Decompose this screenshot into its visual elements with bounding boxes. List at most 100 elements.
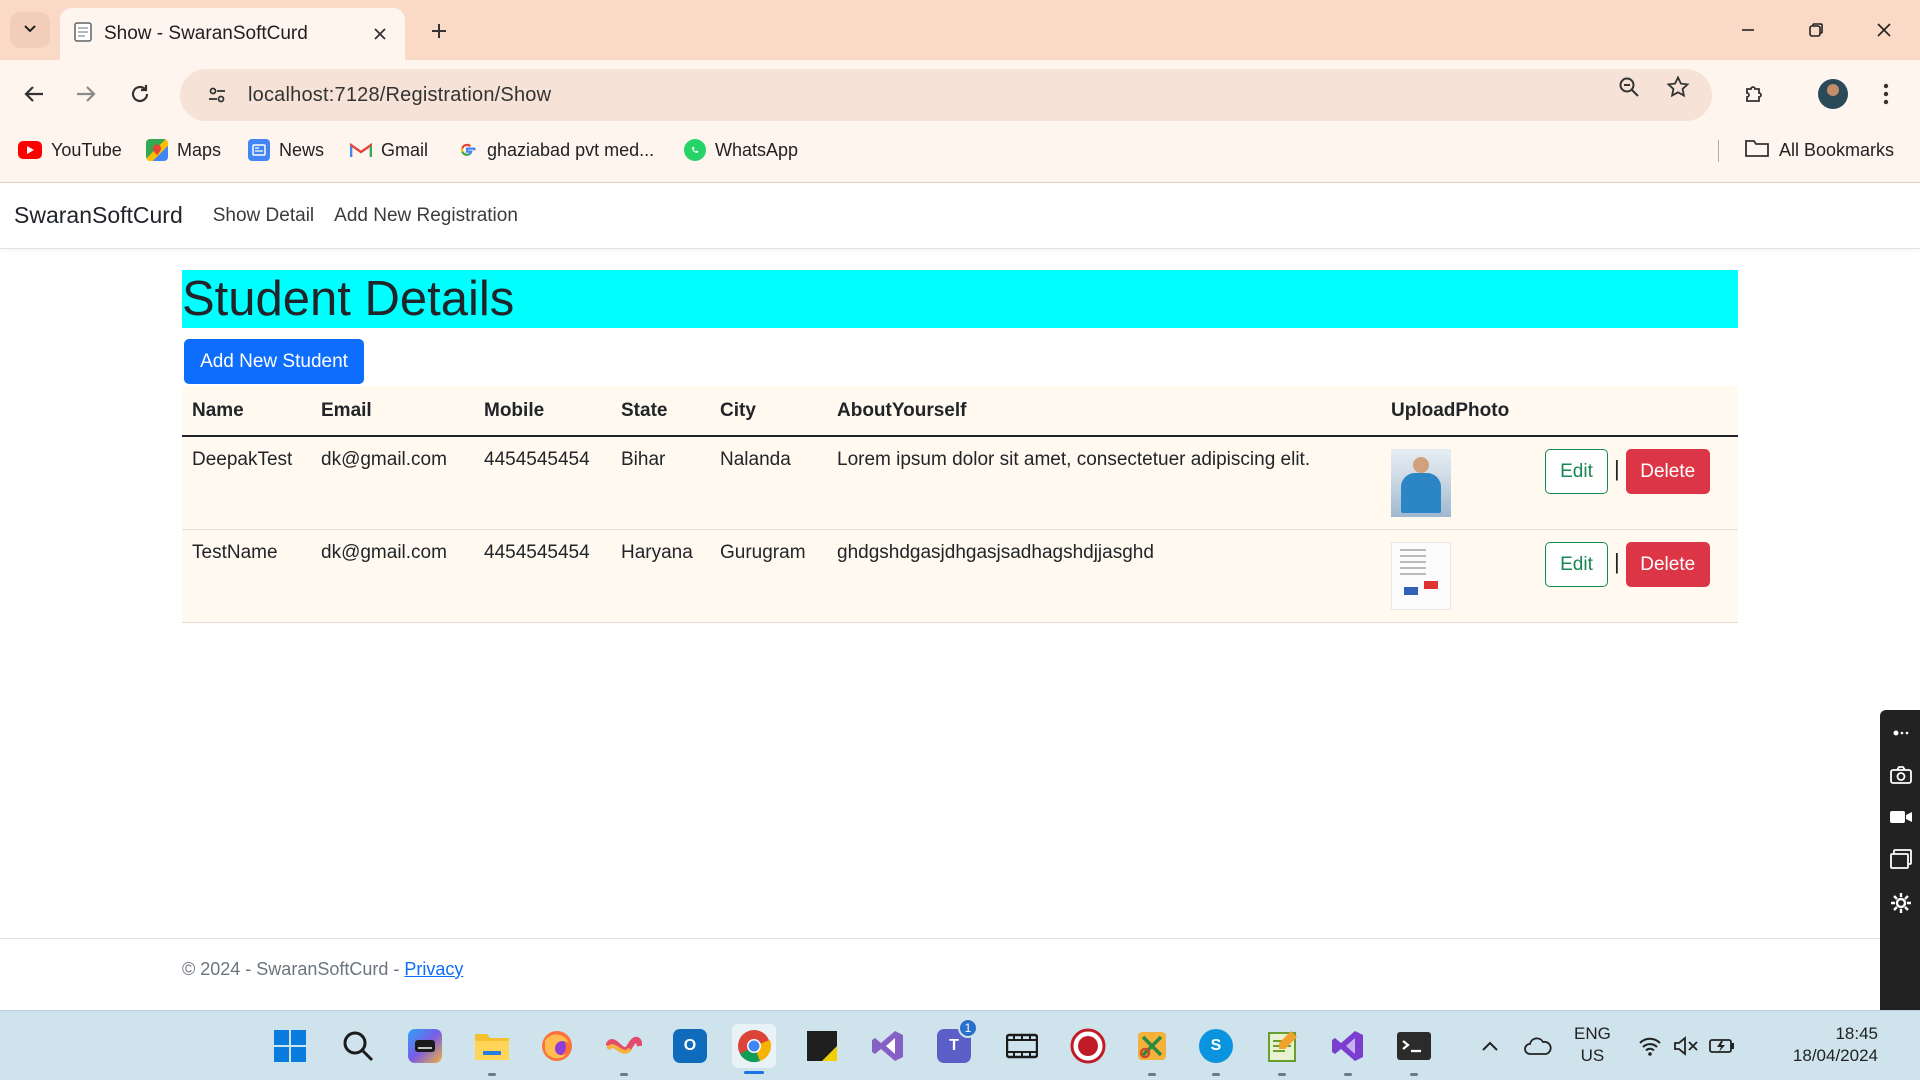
wifi-icon[interactable] xyxy=(1630,1024,1670,1068)
video-editor-icon[interactable] xyxy=(1000,1024,1044,1068)
snipping-tool-icon[interactable] xyxy=(1130,1024,1174,1068)
menu-kebab-icon[interactable] xyxy=(1868,76,1904,112)
nav-show-detail[interactable]: Show Detail xyxy=(213,205,314,227)
browser-toolbar: localhost:7128/Registration/Show YouTube… xyxy=(0,60,1920,188)
language-region: US xyxy=(1580,1046,1605,1065)
restore-button[interactable] xyxy=(1794,10,1838,50)
students-table: Name Email Mobile State City AboutYourse… xyxy=(182,386,1738,623)
window-capture-icon[interactable] xyxy=(1888,846,1914,872)
zoom-icon[interactable] xyxy=(1616,74,1642,100)
speaker-muted-icon[interactable] xyxy=(1666,1024,1706,1068)
whatsapp-icon xyxy=(684,139,706,161)
student-photo-thumbnail xyxy=(1391,542,1451,610)
forward-button[interactable] xyxy=(64,72,108,116)
cell-mobile: 4454545454 xyxy=(474,436,611,530)
edit-button[interactable]: Edit xyxy=(1545,449,1608,494)
privacy-link[interactable]: Privacy xyxy=(404,959,463,979)
file-explorer-icon[interactable] xyxy=(470,1024,514,1068)
edit-button[interactable]: Edit xyxy=(1545,542,1608,587)
close-tab-icon[interactable] xyxy=(369,23,391,45)
visual-studio-icon[interactable] xyxy=(866,1024,910,1068)
browser-tabstrip: Show - SwaranSoftCurd xyxy=(0,0,1920,60)
cell-about: ghdgshdgasjdhgasjsadhagshdjjasghd xyxy=(827,529,1381,623)
windows-taskbar: O T 1 S ENG US 18:45 18/04/2024 xyxy=(0,1010,1920,1080)
add-new-student-button[interactable]: Add New Student xyxy=(184,339,364,384)
outlook-icon[interactable]: O xyxy=(668,1024,712,1068)
firefox-icon[interactable] xyxy=(535,1024,579,1068)
delete-button[interactable]: Delete xyxy=(1625,449,1710,494)
bookmark-gmail[interactable]: Gmail xyxy=(350,130,428,170)
screen-recorder-icon[interactable] xyxy=(1066,1024,1110,1068)
cell-mobile: 4454545454 xyxy=(474,529,611,623)
search-icon[interactable] xyxy=(336,1024,380,1068)
language-indicator[interactable]: ENG US xyxy=(1574,1023,1611,1067)
table-header-row: Name Email Mobile State City AboutYourse… xyxy=(182,386,1738,437)
bookmark-label: WhatsApp xyxy=(715,139,799,160)
chevron-up-icon[interactable] xyxy=(1468,1024,1512,1068)
url-text: localhost:7128/Registration/Show xyxy=(248,83,552,106)
back-button[interactable] xyxy=(12,72,56,116)
terminal-icon[interactable] xyxy=(1392,1024,1436,1068)
folder-icon xyxy=(1744,138,1770,163)
video-camera-icon[interactable] xyxy=(1888,804,1914,830)
visual-studio-2022-icon[interactable] xyxy=(1326,1024,1370,1068)
profile-avatar[interactable] xyxy=(1818,79,1848,109)
tab-search-button[interactable] xyxy=(10,12,50,48)
battery-icon[interactable] xyxy=(1702,1024,1742,1068)
bookmark-label: News xyxy=(279,139,325,160)
cell-actions: Edit | Delete xyxy=(1535,436,1738,530)
action-separator: | xyxy=(1614,455,1620,481)
bookmarks-bar: YouTube Maps News Gmail ghaziabad pvt me… xyxy=(0,130,1920,170)
cell-photo xyxy=(1381,529,1535,623)
onedrive-cloud-icon[interactable] xyxy=(1516,1024,1560,1068)
system-clock[interactable]: 18:45 18/04/2024 xyxy=(1758,1023,1878,1067)
new-tab-button[interactable] xyxy=(422,14,456,48)
column-header-actions xyxy=(1535,386,1738,437)
pin-icon[interactable] xyxy=(1888,720,1914,746)
bookmark-star-icon[interactable] xyxy=(1665,74,1691,100)
cell-city: Gurugram xyxy=(710,529,827,623)
bookmark-maps[interactable]: Maps xyxy=(146,130,221,170)
chrome-icon[interactable] xyxy=(732,1024,776,1074)
cell-state: Haryana xyxy=(611,529,710,623)
site-info-icon[interactable] xyxy=(202,80,232,110)
minimize-button[interactable] xyxy=(1726,10,1770,50)
cell-email: dk@gmail.com xyxy=(311,436,474,530)
column-header-email: Email xyxy=(311,386,474,437)
bookmark-whatsapp[interactable]: WhatsApp xyxy=(684,130,798,170)
power-automate-icon[interactable] xyxy=(602,1024,646,1068)
bookmark-label: Gmail xyxy=(381,139,429,160)
all-bookmarks-label: All Bookmarks xyxy=(1779,139,1895,160)
notepad-plus-plus-icon[interactable] xyxy=(1260,1024,1304,1068)
skype-icon[interactable]: S xyxy=(1194,1024,1238,1068)
page-viewport: SwaranSoftCurd Show Detail Add New Regis… xyxy=(0,182,1920,1010)
bookmark-youtube[interactable]: YouTube xyxy=(18,130,122,170)
delete-button[interactable]: Delete xyxy=(1625,542,1710,587)
clock-date: 18/04/2024 xyxy=(1792,1046,1878,1065)
extensions-icon[interactable] xyxy=(1736,76,1772,112)
settings-gear-icon[interactable] xyxy=(1888,890,1914,916)
cell-name: DeepakTest xyxy=(182,436,311,530)
cell-actions: Edit | Delete xyxy=(1535,529,1738,623)
start-button[interactable] xyxy=(268,1024,312,1068)
cell-name: TestName xyxy=(182,529,311,623)
browser-tab-active[interactable]: Show - SwaranSoftCurd xyxy=(60,8,405,60)
site-navbar: SwaranSoftCurd Show Detail Add New Regis… xyxy=(0,183,1920,249)
close-window-button[interactable] xyxy=(1862,10,1906,50)
running-indicator xyxy=(1410,1073,1418,1076)
chevron-down-icon xyxy=(22,20,38,41)
address-bar[interactable]: localhost:7128/Registration/Show xyxy=(180,69,1712,121)
copilot-icon[interactable] xyxy=(403,1024,447,1068)
reload-button[interactable] xyxy=(118,72,162,116)
all-bookmarks-button[interactable]: All Bookmarks xyxy=(1744,130,1894,170)
sticky-notes-icon[interactable] xyxy=(800,1024,844,1068)
bookmark-news[interactable]: News xyxy=(248,130,324,170)
column-header-photo: UploadPhoto xyxy=(1381,386,1535,437)
cell-about: Lorem ipsum dolor sit amet, consectetuer… xyxy=(827,436,1381,530)
running-indicator xyxy=(488,1073,496,1076)
bookmark-google-search[interactable]: ghaziabad pvt med... xyxy=(456,130,654,170)
teams-icon[interactable]: T 1 xyxy=(932,1018,978,1068)
camera-icon[interactable] xyxy=(1888,762,1914,788)
site-brand[interactable]: SwaranSoftCurd xyxy=(14,202,183,229)
nav-add-new-registration[interactable]: Add New Registration xyxy=(334,205,518,227)
